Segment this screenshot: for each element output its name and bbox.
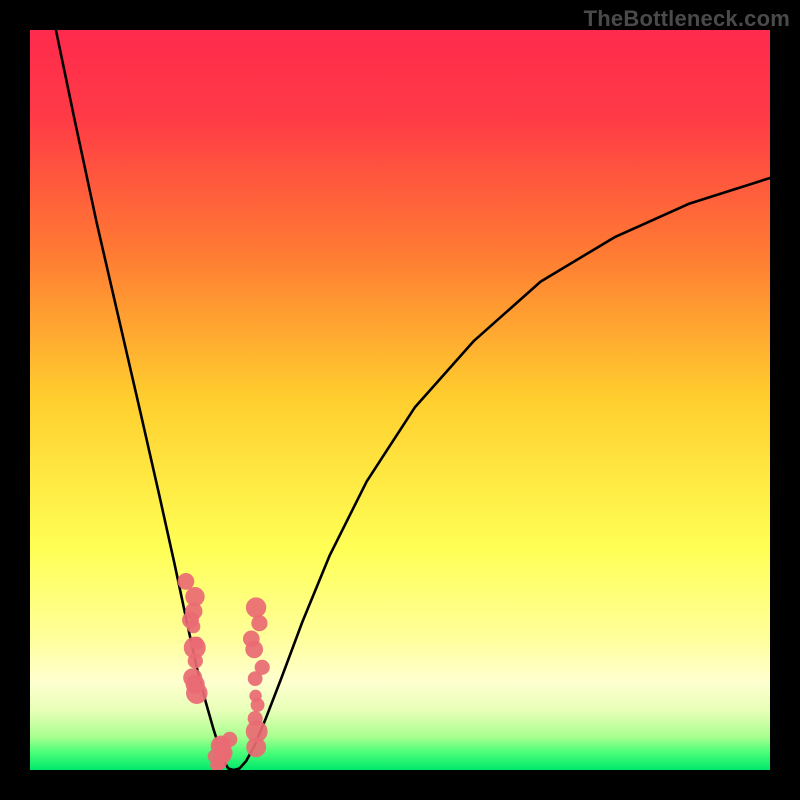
data-marker (190, 637, 203, 650)
data-markers (178, 573, 270, 770)
data-marker (246, 597, 266, 617)
curve-layer (30, 30, 770, 770)
data-marker (185, 587, 204, 606)
bottleneck-curve (56, 30, 770, 770)
plot-area (30, 30, 770, 770)
data-marker (249, 690, 261, 702)
data-marker (178, 573, 195, 590)
data-marker (248, 711, 263, 726)
data-marker (251, 615, 267, 631)
data-marker (183, 668, 202, 687)
data-marker (222, 732, 237, 747)
data-marker (255, 660, 270, 675)
attribution-label: TheBottleneck.com (584, 6, 790, 32)
chart-frame: TheBottleneck.com (0, 0, 800, 800)
data-marker (243, 631, 260, 648)
